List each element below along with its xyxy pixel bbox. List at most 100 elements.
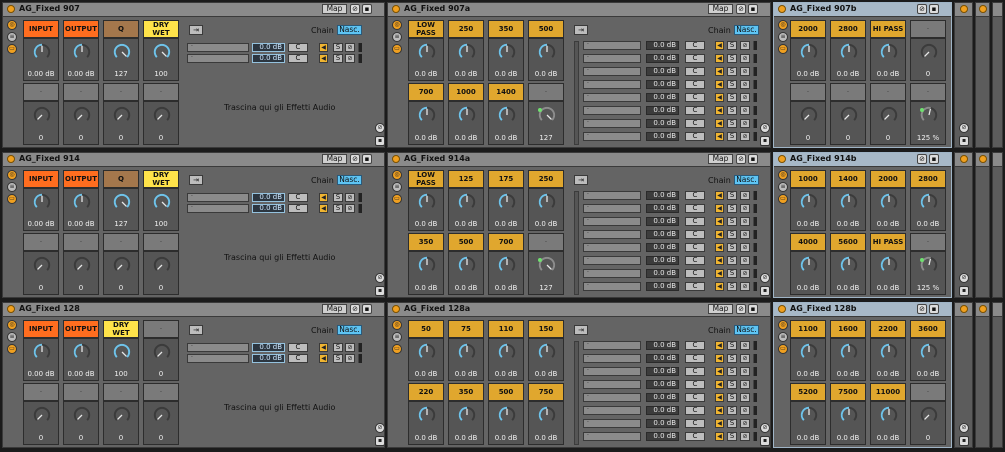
strip-option-icon[interactable]: ⊘	[959, 273, 969, 283]
chain-activator-icon[interactable]: ◀	[715, 217, 724, 226]
macro-knob-cell[interactable]: 127	[103, 188, 139, 231]
chain-volume-field[interactable]: 0.0 dB	[646, 256, 679, 265]
chain-solo-button[interactable]: S	[727, 282, 737, 291]
knob-dial-icon[interactable]	[920, 43, 938, 61]
macro-label[interactable]: 2000	[790, 20, 826, 38]
chain-activator-icon[interactable]: ◀	[715, 432, 724, 441]
macro-label[interactable]: LOW PASS	[408, 20, 444, 38]
strip-power-toggle[interactable]	[979, 305, 987, 313]
chain-solo-button[interactable]: S	[727, 41, 737, 50]
knob-dial-icon[interactable]	[33, 406, 51, 424]
macro-knob-cell[interactable]: 0	[143, 338, 179, 381]
knob-dial-icon[interactable]	[800, 43, 818, 61]
map-button[interactable]: Map	[708, 154, 733, 164]
macro-label[interactable]: 7500	[830, 383, 866, 401]
chain-volume-field[interactable]: 0.0 dB	[646, 269, 679, 278]
knob-dial-icon[interactable]	[538, 343, 556, 361]
knob-dial-icon[interactable]	[418, 406, 436, 424]
macro-knob-cell[interactable]: 0.0 dB	[488, 101, 524, 145]
knob-dial-icon[interactable]	[458, 43, 476, 61]
macro-knob-cell[interactable]: 0.0 dB	[408, 338, 444, 381]
macro-knob-cell[interactable]: 0.0 dB	[488, 401, 524, 445]
chain-volume-field[interactable]: 0.0 dB	[646, 380, 679, 389]
macro-knob-cell[interactable]: 0.0 dB	[448, 251, 484, 295]
knob-dial-icon[interactable]	[498, 106, 516, 124]
chain-volume-field[interactable]: 0.0 dB	[646, 367, 679, 376]
chain-activator-icon[interactable]: ◀	[715, 341, 724, 350]
collapsed-device-strip[interactable]	[992, 2, 1003, 148]
knob-dial-icon[interactable]	[920, 193, 938, 211]
chain-activator-icon[interactable]: ◀	[715, 269, 724, 278]
chain-solo-button[interactable]: S	[727, 67, 737, 76]
macro-knob-cell[interactable]: 0.00 dB	[23, 188, 59, 231]
device-save-icon[interactable]: ▪	[375, 436, 384, 446]
chain-activator-icon[interactable]: ◀	[319, 54, 328, 63]
knob-dial-icon[interactable]	[73, 256, 91, 274]
knob-dial-icon[interactable]	[538, 406, 556, 424]
chain-volume-field[interactable]: 0.0 dB	[646, 217, 679, 226]
chain-hotswap-icon[interactable]: ⊘	[740, 354, 750, 363]
knob-dial-icon[interactable]	[920, 406, 938, 424]
chain-hotswap-icon[interactable]: ⊘	[740, 93, 750, 102]
macro-label[interactable]: ·	[528, 83, 564, 101]
collapsed-device-strip[interactable]	[975, 152, 990, 298]
knob-dial-icon[interactable]	[418, 256, 436, 274]
strip-option-icon[interactable]: ⊘	[959, 423, 969, 433]
macro-knob-cell[interactable]: 0.0 dB	[910, 338, 946, 381]
chain-solo-button[interactable]: S	[333, 43, 343, 52]
chain-volume-field[interactable]: 0.0 dB	[646, 354, 679, 363]
chain-hotswap-icon[interactable]: ⊘	[740, 132, 750, 141]
macro-label[interactable]: INPUT	[23, 170, 59, 188]
chain-volume-field[interactable]: 0.0 dB	[646, 282, 679, 291]
macro-label[interactable]: INPUT	[23, 320, 59, 338]
knob-dial-icon[interactable]	[73, 193, 91, 211]
chain-slot[interactable]: ·	[187, 43, 249, 52]
macro-label[interactable]: 1400	[830, 170, 866, 188]
chain-hotswap-icon[interactable]: ⊘	[740, 256, 750, 265]
macro-knob-cell[interactable]: 0	[143, 401, 179, 445]
chain-slot[interactable]: ·	[583, 380, 641, 389]
chain-hotswap-icon[interactable]: ⊘	[740, 380, 750, 389]
knob-dial-icon[interactable]	[458, 106, 476, 124]
macro-label[interactable]: OUTPUT	[63, 320, 99, 338]
macro-knob-cell[interactable]: 0	[103, 401, 139, 445]
macro-knob-cell[interactable]: 0.00 dB	[63, 188, 99, 231]
knob-dial-icon[interactable]	[113, 193, 131, 211]
collapsed-device-strip[interactable]	[975, 2, 990, 148]
macro-label[interactable]: OUTPUT	[63, 170, 99, 188]
chain-volume-field[interactable]: 0.0 dB	[252, 354, 285, 363]
knob-dial-icon[interactable]	[800, 106, 818, 124]
chain-slot[interactable]: ·	[187, 193, 249, 202]
knob-dial-icon[interactable]	[33, 343, 51, 361]
knob-dial-icon[interactable]	[498, 256, 516, 274]
chain-slot[interactable]: ·	[583, 367, 641, 376]
macro-label[interactable]: INPUT	[23, 20, 59, 38]
macro-knob-cell[interactable]: 0.0 dB	[448, 188, 484, 231]
strip-power-toggle[interactable]	[960, 5, 968, 13]
chain-hotswap-icon[interactable]: ⊘	[345, 193, 355, 202]
chain-pan-field[interactable]: C	[685, 380, 705, 389]
macro-label[interactable]: 1100	[790, 320, 826, 338]
macro-label[interactable]: 350	[488, 20, 524, 38]
macro-label[interactable]: 250	[528, 170, 564, 188]
chain-toggle-button[interactable]: ⇥	[189, 175, 203, 185]
macro-knob-cell[interactable]: 0.0 dB	[830, 251, 866, 295]
show-devices-toggle[interactable]: ▭	[392, 44, 402, 54]
knob-dial-icon[interactable]	[880, 406, 898, 424]
chain-pan-field[interactable]: C	[685, 41, 705, 50]
device-option-icon[interactable]: ⊘	[760, 273, 770, 283]
chain-pan-field[interactable]: C	[288, 43, 308, 52]
chain-slot[interactable]: ·	[583, 282, 641, 291]
knob-dial-icon[interactable]	[418, 106, 436, 124]
macro-label[interactable]: ·	[103, 83, 139, 101]
macro-knob-cell[interactable]: 0.0 dB	[408, 401, 444, 445]
hide-chain-button[interactable]: Nasc.	[734, 175, 759, 185]
chain-volume-field[interactable]: 0.0 dB	[646, 204, 679, 213]
macro-knob-cell[interactable]: 0.0 dB	[790, 401, 826, 445]
show-devices-toggle[interactable]: ▭	[392, 344, 402, 354]
macro-knob-cell[interactable]: 0.00 dB	[23, 38, 59, 81]
macro-label[interactable]: 2800	[910, 170, 946, 188]
knob-dial-icon[interactable]	[880, 193, 898, 211]
chain-volume-field[interactable]: 0.0 dB	[646, 119, 679, 128]
knob-dial-icon[interactable]	[153, 43, 171, 61]
